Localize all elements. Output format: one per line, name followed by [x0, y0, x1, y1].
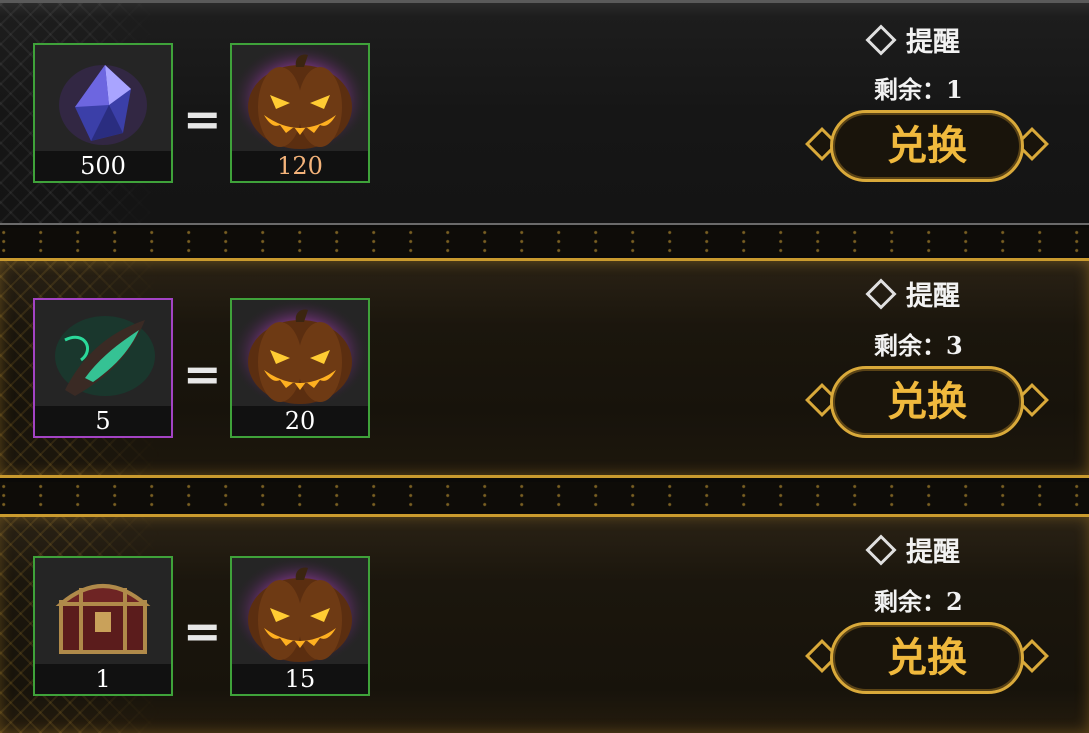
cost-item-slot[interactable]: 1 — [33, 556, 173, 696]
treasure-chest-icon — [35, 558, 171, 666]
remind-toggle[interactable]: 提醒 — [865, 20, 1016, 59]
equals-sign: = — [183, 92, 222, 146]
row-divider — [0, 482, 1089, 510]
reward-item-quantity: 15 — [232, 664, 368, 694]
remind-checkbox[interactable] — [865, 277, 897, 310]
exchange-button[interactable]: 兑换 — [805, 618, 1049, 700]
cost-item-slot[interactable]: 5 — [33, 298, 173, 438]
remind-toggle[interactable]: 提醒 — [865, 530, 1016, 569]
reward-item-slot[interactable]: 120 — [230, 43, 370, 183]
cost-item-quantity: 500 — [35, 151, 171, 181]
cost-item-quantity: 1 — [35, 664, 171, 694]
remind-checkbox[interactable] — [865, 533, 897, 566]
remind-label: 提醒 — [906, 27, 960, 58]
reward-item-slot[interactable]: 20 — [230, 298, 370, 438]
exchange-button-label: 兑换 — [830, 622, 1024, 694]
remaining-count: 剩余：1 — [874, 75, 963, 104]
jack-o-lantern-icon — [232, 558, 368, 666]
equals-sign: = — [183, 347, 222, 401]
jack-o-lantern-icon — [232, 45, 368, 153]
jack-o-lantern-icon — [232, 300, 368, 408]
remaining-count: 剩余：2 — [874, 587, 963, 616]
remind-label: 提醒 — [906, 537, 960, 568]
exchange-button[interactable]: 兑换 — [805, 362, 1049, 444]
purple-crystal-icon — [35, 45, 171, 153]
equals-sign: = — [183, 604, 222, 658]
remaining-count: 剩余：3 — [874, 331, 963, 360]
exchange-button[interactable]: 兑换 — [805, 106, 1049, 188]
reward-item-slot[interactable]: 15 — [230, 556, 370, 696]
row-divider — [0, 228, 1089, 256]
exchange-button-label: 兑换 — [830, 110, 1024, 182]
cost-item-quantity: 5 — [35, 406, 171, 436]
reward-item-quantity: 120 — [232, 151, 368, 181]
remind-checkbox[interactable] — [865, 23, 897, 56]
cost-item-slot[interactable]: 500 — [33, 43, 173, 183]
exchange-button-label: 兑换 — [830, 366, 1024, 438]
remind-label: 提醒 — [906, 281, 960, 312]
remind-toggle[interactable]: 提醒 — [865, 274, 1016, 313]
green-feather-icon — [35, 300, 171, 408]
reward-item-quantity: 20 — [232, 406, 368, 436]
